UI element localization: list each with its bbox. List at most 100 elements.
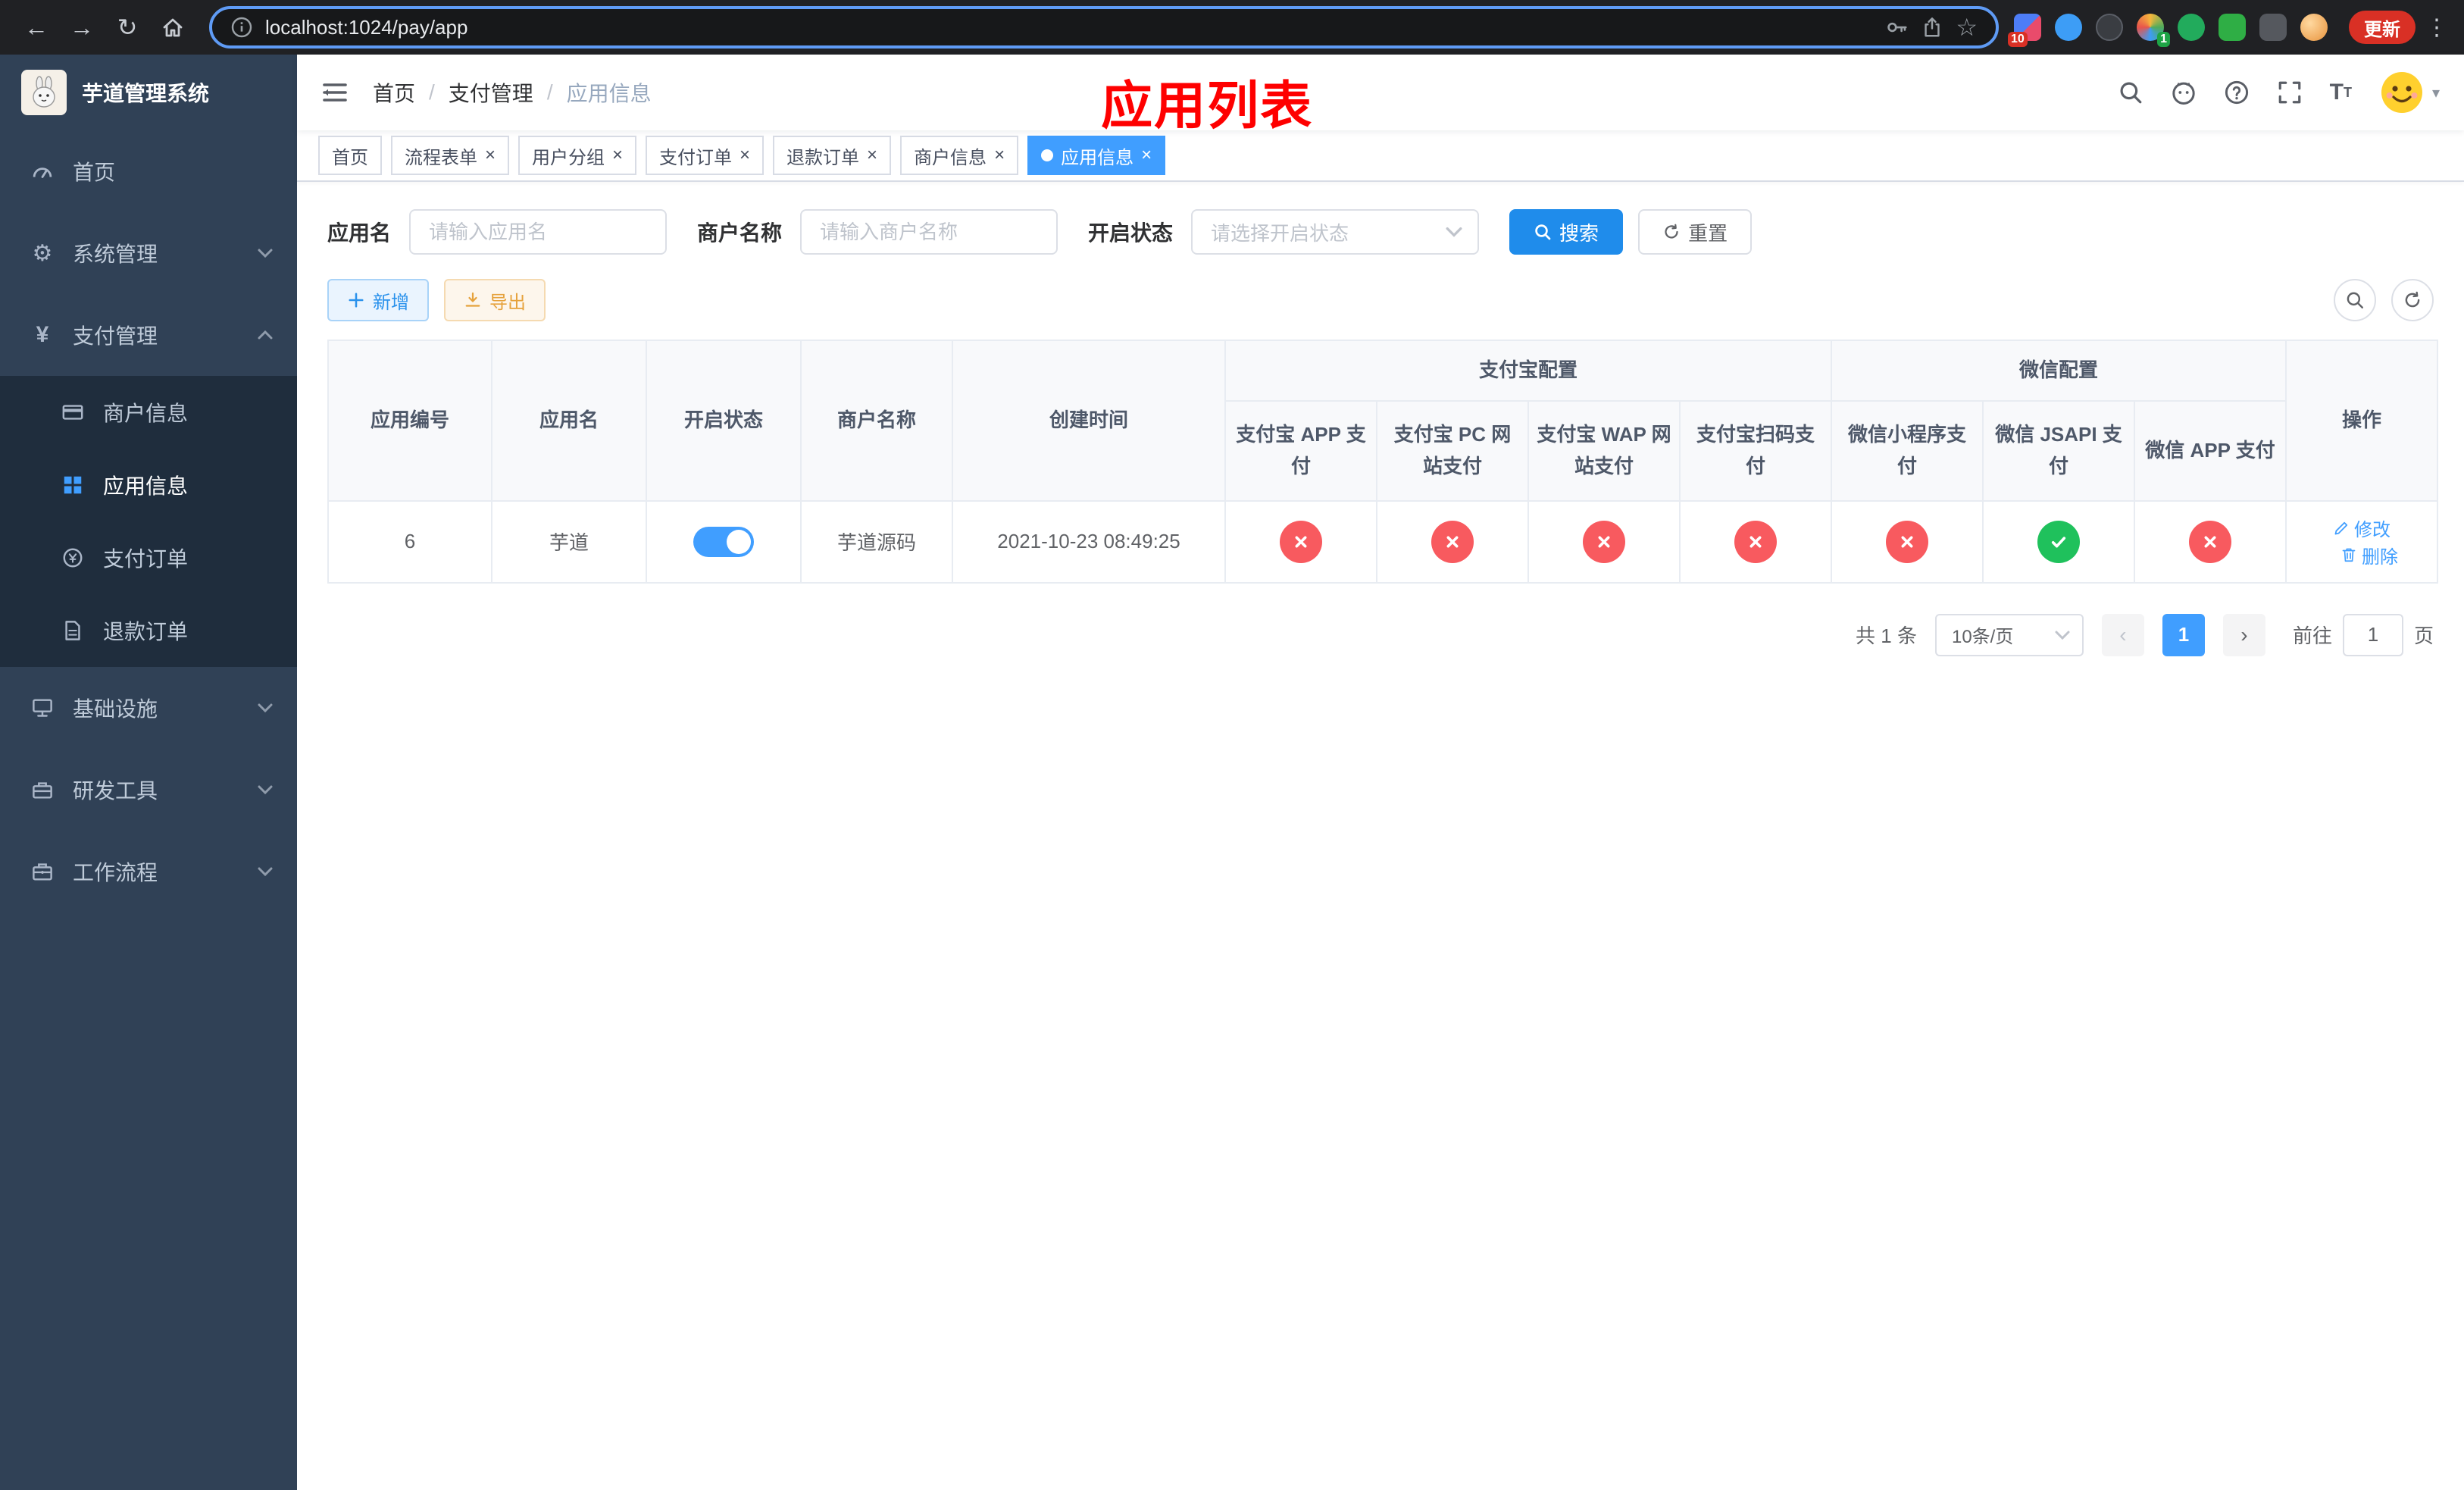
- close-icon[interactable]: ×: [612, 146, 623, 164]
- sidebar-item-refund-orders[interactable]: 退款订单: [0, 594, 297, 667]
- coin-icon: [61, 546, 85, 570]
- sidebar-item-label: 退款订单: [103, 620, 189, 643]
- tab-label: 退款订单: [786, 147, 860, 168]
- breadcrumb-home[interactable]: 首页: [373, 77, 415, 108]
- payment-submenu: 商户信息 应用信息 支付订单 退款订单: [0, 376, 297, 667]
- browser-back-icon[interactable]: ←: [15, 6, 58, 49]
- close-icon[interactable]: ×: [485, 146, 496, 164]
- cell-app-id: 6: [327, 499, 492, 584]
- sidebar-item-system[interactable]: ⚙ 系统管理: [0, 212, 297, 294]
- extension-icon-green-check[interactable]: [2178, 14, 2205, 41]
- tab-refund-orders[interactable]: 退款订单 ×: [773, 136, 892, 175]
- search-button[interactable]: 搜索: [1509, 209, 1624, 255]
- delete-button[interactable]: 删除: [2340, 542, 2398, 568]
- add-button[interactable]: 新增: [327, 279, 429, 321]
- alipay-app-status-icon: [1280, 520, 1322, 563]
- sidebar-item-home[interactable]: 首页: [0, 130, 297, 212]
- page-info-icon[interactable]: [230, 16, 253, 39]
- app-logo-icon: [21, 70, 67, 115]
- bookmark-star-icon[interactable]: ☆: [1956, 13, 1978, 42]
- font-size-icon[interactable]: TT: [2330, 81, 2352, 104]
- browser-update-button[interactable]: 更新: [2349, 11, 2416, 44]
- close-icon[interactable]: ×: [994, 146, 1005, 164]
- chevron-down-icon: [2055, 631, 2070, 640]
- sidebar-item-app-info[interactable]: 应用信息: [0, 449, 297, 521]
- toggle-knob: [727, 529, 751, 554]
- close-icon[interactable]: ×: [740, 146, 750, 164]
- wechat-mini-status-icon: [1886, 520, 1929, 563]
- sidebar-item-infrastructure[interactable]: 基础设施: [0, 667, 297, 749]
- browser-home-icon[interactable]: [152, 6, 194, 49]
- tab-merchant-info[interactable]: 商户信息 ×: [900, 136, 1019, 175]
- address-bar[interactable]: localhost:1024/pay/app ☆: [209, 6, 1999, 49]
- profile-avatar-icon[interactable]: [2300, 14, 2328, 41]
- goto-page-input[interactable]: [2342, 613, 2403, 656]
- edit-button[interactable]: 修改: [2333, 515, 2391, 541]
- sidebar-item-payment-orders[interactable]: 支付订单: [0, 521, 297, 594]
- tab-user-group[interactable]: 用户分组 ×: [518, 136, 637, 175]
- col-header-wechat-mini: 微信小程序支付: [1831, 399, 1984, 502]
- share-icon[interactable]: [1921, 16, 1943, 39]
- sidebar-item-label: 基础设施: [73, 697, 158, 721]
- download-icon: [465, 292, 480, 307]
- url-text[interactable]: localhost:1024/pay/app: [265, 16, 1874, 39]
- extension-icon-dark[interactable]: [2096, 14, 2123, 41]
- status-select[interactable]: 请选择开启状态: [1191, 209, 1480, 255]
- tab-payment-orders[interactable]: 支付订单 ×: [646, 136, 765, 175]
- prev-page-button[interactable]: ‹: [2101, 613, 2144, 656]
- tab-app-info[interactable]: 应用信息 ×: [1027, 136, 1166, 175]
- help-icon[interactable]: [2224, 80, 2250, 105]
- filter-bar: 应用名 商户名称 开启状态 请选择开启状态 搜索 重置: [327, 209, 2434, 255]
- refresh-table-button[interactable]: [2391, 279, 2434, 321]
- pencil-icon: [2334, 521, 2348, 535]
- export-button[interactable]: 导出: [444, 279, 546, 321]
- monitor-icon: [30, 696, 55, 720]
- tab-process-form[interactable]: 流程表单 ×: [391, 136, 510, 175]
- tab-label: 流程表单: [405, 147, 477, 168]
- breadcrumb-payment[interactable]: 支付管理: [449, 77, 533, 108]
- github-icon[interactable]: [2171, 80, 2197, 105]
- extension-icon-chat[interactable]: [2219, 14, 2246, 41]
- close-icon[interactable]: ×: [1141, 146, 1152, 164]
- col-header-merchant: 商户名称: [800, 340, 953, 502]
- app-logo-row[interactable]: 芋道管理系统: [0, 55, 297, 130]
- sidebar-item-label: 应用信息: [103, 474, 189, 498]
- col-header-created: 创建时间: [952, 340, 1226, 502]
- collapse-sidebar-icon[interactable]: [321, 79, 349, 106]
- tab-home[interactable]: 首页: [318, 136, 382, 175]
- page-size-select[interactable]: 10条/页: [1934, 613, 2084, 656]
- active-dot-icon: [1041, 149, 1054, 161]
- breadcrumb: 首页 / 支付管理 / 应用信息: [373, 77, 652, 108]
- col-header-wechat-app: 微信 APP 支付: [2134, 399, 2287, 502]
- sidebar-item-label: 商户信息: [103, 402, 189, 425]
- extension-icon-grid[interactable]: 10: [2008, 14, 2041, 47]
- sidebar-item-payment[interactable]: ¥ 支付管理: [0, 294, 297, 376]
- merchant-name-input[interactable]: [800, 209, 1058, 255]
- reset-button[interactable]: 重置: [1638, 209, 1753, 255]
- next-page-button[interactable]: ›: [2222, 613, 2265, 656]
- status-select-placeholder: 请选择开启状态: [1211, 221, 1349, 245]
- extension-icon-drop[interactable]: [2055, 14, 2082, 41]
- extension-icon-pin[interactable]: [2259, 14, 2287, 41]
- fullscreen-icon[interactable]: [2277, 80, 2303, 105]
- sidebar-item-dev-tools[interactable]: 研发工具: [0, 749, 297, 831]
- status-toggle[interactable]: [693, 526, 754, 557]
- page-number-button[interactable]: 1: [2162, 613, 2205, 656]
- app-name-input[interactable]: [409, 209, 668, 255]
- col-header-app-name: 应用名: [491, 340, 647, 502]
- browser-menu-icon[interactable]: ⋮: [2425, 14, 2449, 41]
- search-icon[interactable]: [2118, 80, 2143, 105]
- toggle-search-button[interactable]: [2334, 279, 2376, 321]
- user-avatar[interactable]: ▾: [2379, 70, 2440, 115]
- extension-badge: 10: [2008, 32, 2028, 47]
- close-icon[interactable]: ×: [867, 146, 877, 164]
- goto-page-group: 前往 页: [2293, 613, 2434, 656]
- password-key-icon[interactable]: [1886, 16, 1909, 39]
- browser-reload-icon[interactable]: ↻: [106, 6, 149, 49]
- sidebar-item-workflow[interactable]: 工作流程: [0, 831, 297, 912]
- grid-icon: [61, 473, 85, 497]
- sidebar-item-label: 支付订单: [103, 547, 189, 571]
- browser-forward-icon[interactable]: →: [61, 6, 103, 49]
- sidebar-item-merchant-info[interactable]: 商户信息: [0, 376, 297, 449]
- extension-icon-colorwheel[interactable]: 1: [2137, 14, 2170, 47]
